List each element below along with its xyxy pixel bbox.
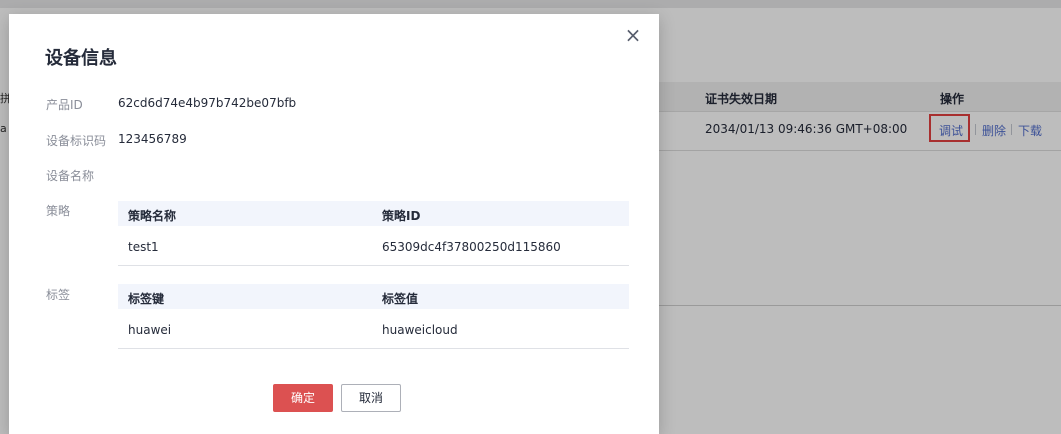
tag-table-header: 标签键 标签值 [118, 284, 629, 309]
policy-id-header: 策略ID [382, 209, 421, 223]
tag-value-header: 标签值 [382, 292, 419, 306]
tag-value-cell: huaweicloud [382, 323, 458, 337]
table-row: test1 65309dc4f37800250d115860 [118, 226, 629, 266]
device-info-dialog: 设备信息 × 产品ID 62cd6d74e4b97b742be07bfb 设备标… [9, 14, 659, 434]
policy-id-cell: 65309dc4f37800250d115860 [382, 240, 561, 254]
policy-table-header: 策略名称 策略ID [118, 201, 629, 226]
tag-key-header: 标签键 [128, 292, 165, 306]
policy-label: 策略 [46, 204, 71, 218]
tag-label: 标签 [46, 288, 71, 302]
cancel-button[interactable]: 取消 [341, 384, 401, 412]
close-icon[interactable]: × [622, 24, 644, 46]
tag-key-cell: huawei [128, 323, 172, 337]
device-name-label: 设备名称 [46, 169, 95, 183]
device-id-label: 设备标识码 [46, 134, 107, 148]
product-id-label: 产品ID [46, 98, 83, 112]
dialog-title: 设备信息 [45, 48, 117, 69]
confirm-button[interactable]: 确定 [273, 384, 333, 412]
policy-name-header: 策略名称 [128, 209, 177, 223]
device-id-value: 123456789 [118, 132, 187, 146]
product-id-value: 62cd6d74e4b97b742be07bfb [118, 96, 297, 110]
policy-name-cell: test1 [128, 240, 159, 254]
table-row: huawei huaweicloud [118, 309, 629, 349]
